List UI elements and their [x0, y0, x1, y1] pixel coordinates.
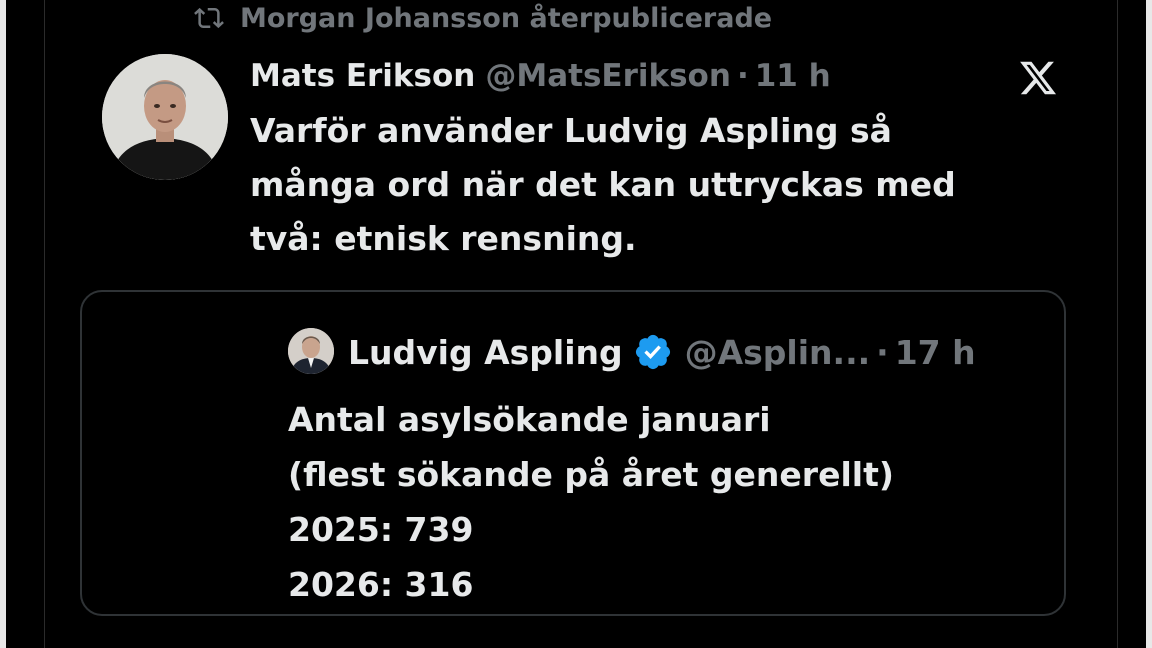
tweet-timestamp[interactable]: 11 h [755, 58, 831, 94]
tweet-text-line: Varför använder Ludvig Aspling så [250, 111, 892, 150]
tweet-header: Mats Erikson @MatsErikson · 11 h [250, 54, 831, 98]
quoted-tweet-timestamp[interactable]: 17 h [895, 333, 976, 372]
quoted-author-handle[interactable]: @Asplin... [685, 333, 871, 372]
quoted-author-avatar[interactable] [288, 328, 334, 374]
author-name[interactable]: Mats Erikson [250, 58, 475, 94]
separator-dot: · [736, 58, 749, 94]
quoted-author-name[interactable]: Ludvig Aspling [348, 333, 623, 372]
x-logo-icon [1020, 61, 1057, 95]
tweet-text-line: två: etnisk rensning. [250, 219, 637, 258]
quoted-author-avatar-image [288, 328, 334, 374]
repost-label: Morgan Johansson återpublicerade [240, 2, 773, 34]
quoted-tweet-header: Ludvig Aspling @Asplin... · 17 h [348, 328, 976, 376]
quoted-tweet-text: Antal asylsökande januari (flest sökande… [288, 392, 1048, 612]
author-avatar-image [102, 54, 228, 180]
verified-badge-icon [635, 334, 670, 370]
screenshot-frame: Morgan Johansson återpublicerade Mats Er… [6, 0, 1146, 648]
quoted-text-line: (flest sökande på året generellt) [288, 455, 894, 494]
quoted-text-line: Antal asylsökande januari [288, 400, 771, 439]
quoted-tweet-card[interactable]: Ludvig Aspling @Asplin... · 17 h Antal a… [80, 290, 1066, 616]
tweet-text: Varför använder Ludvig Aspling så många … [250, 104, 1040, 266]
repost-icon [194, 7, 224, 29]
tweet-text-line: många ord när det kan uttryckas med [250, 165, 956, 204]
quoted-text-line: 2025: 739 [288, 510, 474, 549]
author-avatar[interactable] [102, 54, 228, 180]
quoted-text-line: 2026: 316 [288, 565, 474, 604]
repost-indicator[interactable]: Morgan Johansson återpublicerade [192, 0, 772, 36]
author-handle[interactable]: @MatsErikson [485, 58, 731, 94]
separator-dot: · [876, 332, 889, 372]
